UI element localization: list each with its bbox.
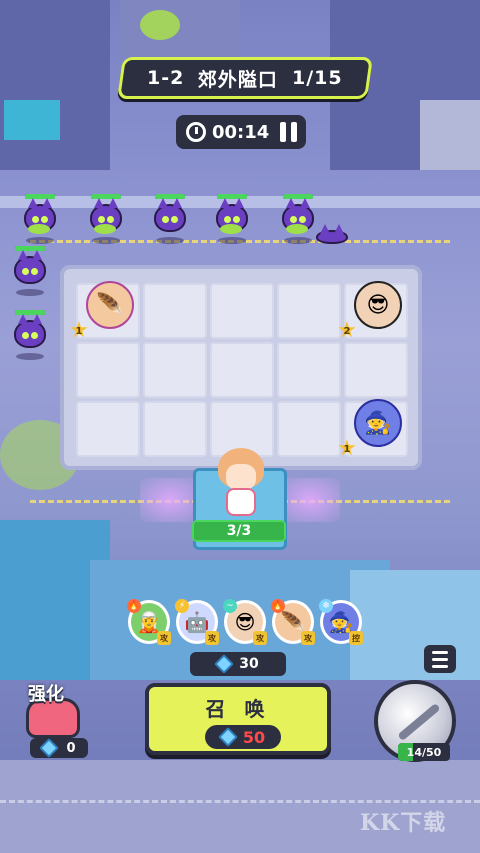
roster-hero-white[interactable]: 🤖 ⚡ 攻 bbox=[175, 599, 219, 645]
enemy bbox=[88, 194, 124, 244]
menu-icon bbox=[432, 650, 448, 654]
gem-icon bbox=[214, 654, 235, 674]
hero-roster: 🧝 🔥 攻 🤖 ⚡ 攻 😎 ~ 攻 🪶 🔥 攻 🧙 ❄ 控 bbox=[127, 599, 368, 650]
roster-hero-black-hair[interactable]: 😎 ~ 攻 bbox=[223, 599, 267, 645]
board-cell[interactable] bbox=[210, 283, 274, 339]
upgrade-cost-value: 0 bbox=[66, 740, 76, 756]
skill-energy-bar: 14/50 bbox=[398, 743, 450, 761]
pause-icon bbox=[279, 122, 286, 142]
roster-hero-feather[interactable]: 🪶 🔥 攻 bbox=[271, 599, 315, 645]
board-cell[interactable] bbox=[76, 401, 140, 457]
clock-icon bbox=[186, 122, 206, 142]
summon-button[interactable]: 召 唤 50 bbox=[145, 683, 331, 755]
role-badge: 控 bbox=[349, 631, 363, 645]
board-cell[interactable] bbox=[277, 283, 341, 339]
stage-banner: 1-2 郊外隘口 1/15 bbox=[117, 57, 373, 99]
gem-icon bbox=[217, 727, 238, 747]
board-cell[interactable] bbox=[277, 342, 341, 398]
ice-element-icon: ❄ bbox=[319, 599, 333, 613]
enemy bbox=[280, 194, 316, 244]
enemy bbox=[152, 194, 188, 244]
paint-splat bbox=[140, 10, 180, 40]
gem-counter: 30 bbox=[190, 652, 286, 676]
board-cell[interactable] bbox=[143, 283, 207, 339]
background-building bbox=[0, 0, 110, 170]
summon-cost-value: 50 bbox=[242, 727, 266, 747]
hero-blue-hair[interactable]: 🧙 bbox=[354, 399, 402, 447]
portal-glow bbox=[140, 478, 200, 522]
role-badge: 攻 bbox=[205, 631, 219, 645]
background-building bbox=[4, 100, 60, 140]
player-character bbox=[212, 448, 270, 518]
board-cell[interactable] bbox=[277, 401, 341, 457]
upgrade-button[interactable]: 强化 0 bbox=[18, 672, 96, 760]
role-badge: 攻 bbox=[253, 631, 267, 645]
board-cell[interactable] bbox=[344, 342, 408, 398]
stage-name: 郊外隘口 bbox=[198, 68, 279, 91]
role-badge: 攻 bbox=[157, 631, 171, 645]
hero-board: 🪶 1 😎 2 🧙 1 bbox=[60, 265, 422, 470]
enemy bbox=[214, 194, 250, 244]
road-marking bbox=[0, 800, 480, 803]
enemy bbox=[12, 246, 48, 296]
board-cell[interactable] bbox=[76, 342, 140, 398]
wind-element-icon: ~ bbox=[223, 599, 237, 613]
enemy-defeated bbox=[314, 224, 350, 248]
fire-element-icon: 🔥 bbox=[127, 599, 141, 613]
board-cell[interactable] bbox=[143, 401, 207, 457]
enemy bbox=[22, 194, 58, 244]
gem-amount: 30 bbox=[239, 656, 259, 672]
pause-button[interactable] bbox=[270, 115, 306, 149]
background-building bbox=[420, 100, 480, 170]
summon-cost: 50 bbox=[205, 725, 281, 749]
wave-counter: 1/15 bbox=[292, 67, 343, 89]
upgrade-label: 强化 bbox=[28, 684, 64, 705]
board-cell[interactable] bbox=[143, 342, 207, 398]
menu-button[interactable] bbox=[424, 645, 456, 673]
sword-slash-icon bbox=[397, 702, 441, 742]
upgrade-cost: 0 bbox=[30, 738, 88, 758]
background-building bbox=[120, 0, 240, 60]
player-hp-text: 3/3 bbox=[226, 523, 252, 539]
role-badge: 攻 bbox=[301, 631, 315, 645]
skill-energy-text: 14/50 bbox=[406, 745, 442, 759]
summon-label: 召 唤 bbox=[205, 697, 271, 721]
hero-black-hair[interactable]: 😎 bbox=[354, 281, 402, 329]
portal-glow bbox=[280, 478, 340, 522]
stage-number: 1-2 bbox=[147, 67, 185, 89]
player-hp-bar: 3/3 bbox=[192, 520, 286, 542]
gem-icon bbox=[39, 738, 60, 758]
game-scene: 1-2 郊外隘口 1/15 00:14 🪶 1 😎 2 🧙 1 3/3 🧝 🔥 … bbox=[0, 0, 480, 853]
background-building bbox=[350, 570, 480, 680]
roster-hero-green[interactable]: 🧝 🔥 攻 bbox=[127, 599, 171, 645]
watermark: KK下载 bbox=[360, 810, 447, 836]
board-cell[interactable] bbox=[210, 342, 274, 398]
enemy bbox=[12, 310, 48, 360]
hero-feather-headdress[interactable]: 🪶 bbox=[86, 281, 134, 329]
pause-icon bbox=[290, 122, 297, 142]
roster-hero-blue-hair[interactable]: 🧙 ❄ 控 bbox=[319, 599, 363, 645]
lightning-element-icon: ⚡ bbox=[175, 599, 189, 613]
timer-text: 00:14 bbox=[212, 121, 270, 143]
fire-element-icon: 🔥 bbox=[271, 599, 285, 613]
